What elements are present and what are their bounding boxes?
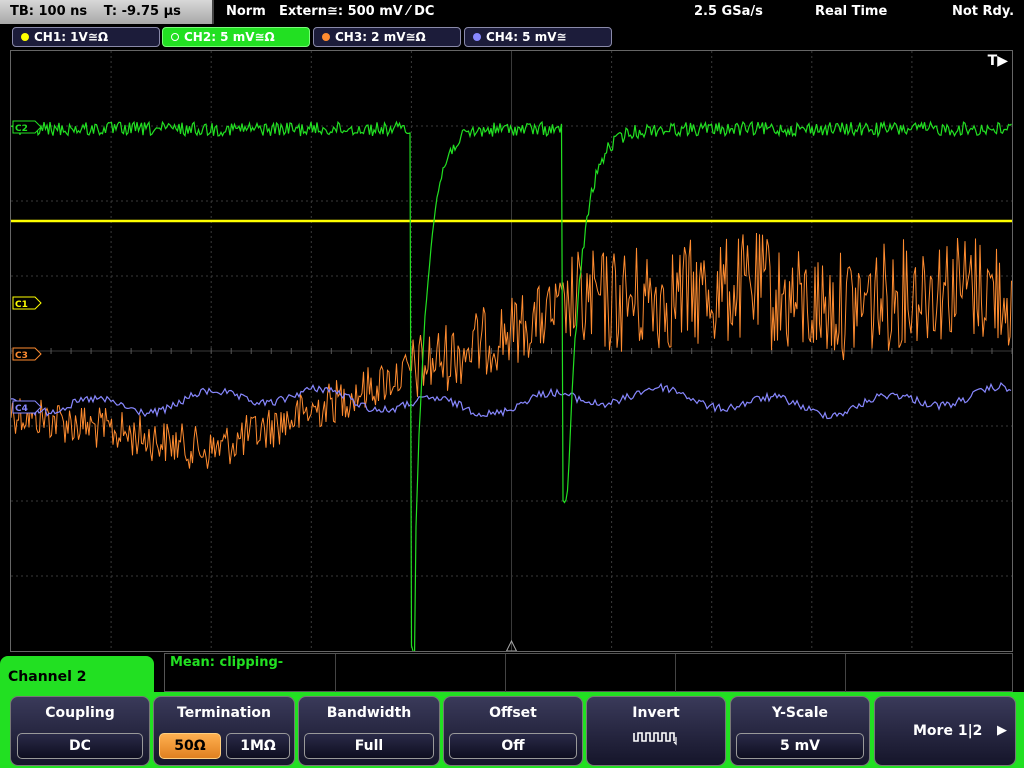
bandwidth-softkey[interactable]: Bandwidth Full [298,696,440,766]
coupling-value[interactable]: DC [17,733,143,759]
termination-50ohm[interactable]: 50Ω [159,733,221,759]
sample-rate: 2.5 GSa/s [694,4,763,19]
ch1-label: CH1: 1V≅Ω [34,30,109,44]
channel-chip-ch4[interactable]: CH4: 5 mV≅ [464,27,612,47]
acquisition-mode: Real Time [815,4,888,19]
coupling-title: Coupling [45,705,115,721]
offset-title: Offset [489,705,537,721]
offset-softkey[interactable]: Offset Off [443,696,583,766]
offset-value[interactable]: Off [449,733,577,759]
status-bar: TB: 100 ns T: -9.75 µs Norm Extern≅: 500… [0,0,1024,24]
svg-text:C3: C3 [15,351,28,361]
channel-chip-ch1[interactable]: CH1: 1V≅Ω [12,27,160,47]
ch2-color-dot [171,33,179,41]
ch4-color-dot [473,33,481,41]
channel-chip-ch3[interactable]: CH3: 2 mV≅Ω [313,27,461,47]
termination-1mohm[interactable]: 1MΩ [226,733,290,759]
svg-text:C4: C4 [15,404,28,414]
yscale-value[interactable]: 5 mV [736,733,864,759]
yscale-softkey[interactable]: Y-Scale 5 mV [730,696,870,766]
bandwidth-title: Bandwidth [326,705,412,721]
yscale-title: Y-Scale [771,705,828,721]
waveform-display[interactable]: C2 C1 C3 C4 T▶ [10,50,1013,652]
more-softkey[interactable]: More 1|2 ▶ [874,696,1016,766]
ch4-label: CH4: 5 mV≅ [486,30,567,44]
coupling-softkey[interactable]: Coupling DC [10,696,150,766]
invert-title: Invert [632,705,680,721]
waveform-canvas[interactable]: C2 C1 C3 C4 [11,51,1012,651]
timebase-value: TB: 100 ns [10,4,88,19]
ch1-ground-marker[interactable]: C1 [12,296,42,310]
ch3-label: CH3: 2 mV≅Ω [335,30,426,44]
measurement-panel: Mean: clipping- [164,653,1013,692]
timebase-box[interactable]: TB: 100 ns T: -9.75 µs [0,0,214,24]
trigger-time: T: -9.75 µs [103,4,181,19]
measurement-mean: Mean: clipping- [170,655,284,670]
invert-square-wave-icon [587,729,725,751]
termination-title: Termination [177,705,271,721]
channel-bar: CH1: 1V≅Ω CH2: 5 mV≅Ω CH3: 2 mV≅Ω CH4: 5… [0,25,1024,49]
ch2-ground-marker[interactable]: C2 [12,120,42,134]
ch1-color-dot [21,33,29,41]
arrow-right-icon: ▶ [997,723,1007,738]
acquisition-status: Not Rdy. [952,4,1015,19]
ch2-label: CH2: 5 mV≅Ω [184,30,275,44]
channel-chip-ch2[interactable]: CH2: 5 mV≅Ω [162,27,310,47]
invert-softkey[interactable]: Invert [586,696,726,766]
trigger-source[interactable]: Extern≅: 500 mV ⁄ DC [279,0,434,24]
ch3-color-dot [322,33,330,41]
svg-text:C1: C1 [15,300,28,310]
trigger-position-marker: T▶ [987,53,1008,69]
svg-text:C2: C2 [15,124,28,134]
bandwidth-value[interactable]: Full [304,733,434,759]
more-label: More 1|2 [913,723,983,739]
termination-softkey[interactable]: Termination 50Ω 1MΩ [153,696,295,766]
ch4-ground-marker[interactable]: C4 [12,400,42,414]
trigger-mode[interactable]: Norm [226,0,266,24]
ch3-ground-marker[interactable]: C3 [12,347,42,361]
